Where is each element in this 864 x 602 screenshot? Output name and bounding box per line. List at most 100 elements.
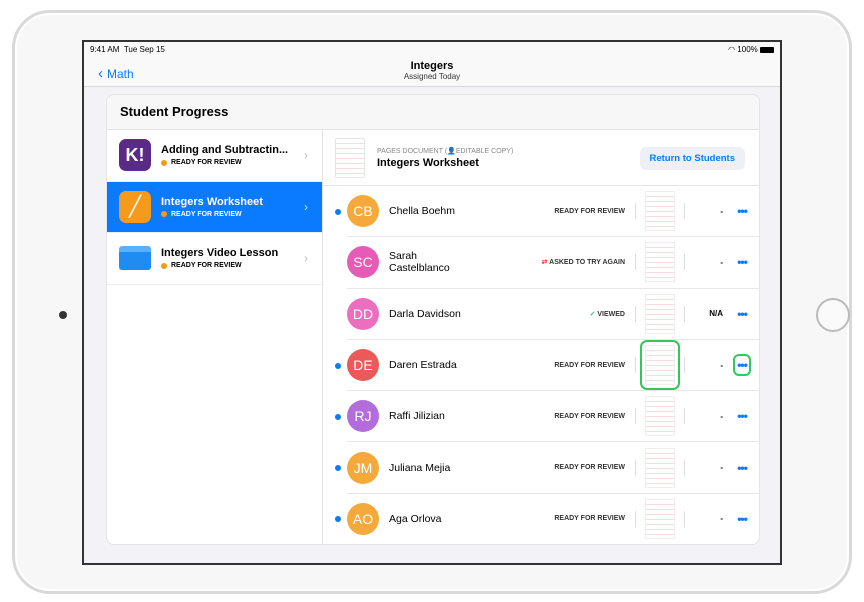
student-score: - [720, 514, 723, 524]
student-progress-card: Student Progress K! Adding and Subtracti… [106, 94, 760, 545]
chevron-right-icon: › [304, 199, 308, 214]
submission-thumbnail[interactable] [645, 498, 675, 539]
ellipsis-icon: ••• [733, 354, 751, 377]
ellipsis-icon: ••• [737, 255, 748, 270]
avatar: CB [347, 195, 379, 228]
more-options-button[interactable]: ••• [725, 409, 759, 423]
divider [635, 254, 636, 271]
avatar: DE [347, 349, 379, 382]
folder-app-icon [119, 246, 151, 271]
divider [635, 459, 636, 476]
avatar: AO [347, 502, 379, 535]
student-score: - [720, 360, 723, 370]
unread-dot [335, 516, 341, 523]
submission-thumbnail[interactable] [645, 242, 675, 283]
student-row[interactable]: JM Juliana Mejia READY FOR REVIEW - ••• [323, 442, 759, 494]
student-name: Daren Estrada [389, 359, 457, 372]
ellipsis-icon: ••• [737, 306, 748, 321]
avatar: JM [347, 451, 379, 484]
avatar: SC [347, 246, 379, 279]
student-status: READY FOR REVIEW [554, 515, 625, 523]
ellipsis-icon: ••• [737, 460, 748, 475]
submission-thumbnail[interactable] [640, 340, 680, 391]
page-title: Integers [410, 60, 454, 72]
student-row[interactable]: SC Sarah Castelblanco ⇄ ASKED TO TRY AGA… [323, 237, 759, 289]
student-row[interactable]: DE Daren Estrada READY FOR REVIEW - ••• [323, 340, 759, 392]
student-name: Darla Davidson [389, 307, 461, 320]
camera [59, 311, 67, 319]
activity-detail: PAGES DOCUMENT (👤EDITABLE COPY) Integers… [323, 130, 759, 544]
student-name: Chella Boehm [389, 205, 455, 218]
student-status: READY FOR REVIEW [554, 464, 625, 472]
unread-dot [335, 362, 341, 369]
sidebar-item[interactable]: Integers Video Lesson READY FOR REVIEW › [107, 233, 322, 285]
student-status: READY FOR REVIEW [554, 361, 625, 369]
student-score: - [720, 411, 723, 421]
kahoot-app-icon: K! [119, 139, 151, 172]
sidebar-item-status: READY FOR REVIEW [171, 210, 242, 218]
status-time: 9:41 AM [90, 45, 120, 54]
status-dot [161, 159, 167, 166]
status-bar: 9:41 AM Tue Sep 15 ◠ 100% [84, 42, 780, 57]
document-header: PAGES DOCUMENT (👤EDITABLE COPY) Integers… [323, 130, 759, 186]
student-name: Juliana Mejia [389, 461, 451, 474]
pages-app-icon: ╱ [119, 190, 151, 223]
student-row[interactable]: DD Darla Davidson ✓ VIEWED N/A ••• [323, 289, 759, 340]
student-row[interactable]: AO Aga Orlova READY FOR REVIEW - ••• [323, 494, 759, 544]
home-button[interactable] [816, 298, 850, 332]
card-title: Student Progress [107, 95, 759, 130]
sidebar-item-status: READY FOR REVIEW [171, 262, 242, 270]
sidebar-item[interactable]: K! Adding and Subtractin... READY FOR RE… [107, 130, 322, 182]
more-options-button[interactable]: ••• [725, 204, 759, 218]
sidebar-item[interactable]: ╱ Integers Worksheet READY FOR REVIEW › [107, 181, 322, 233]
status-dot [161, 262, 167, 269]
avatar: DD [347, 297, 379, 330]
sidebar-item-title: Integers Worksheet [161, 195, 263, 208]
ellipsis-icon: ••• [737, 204, 748, 219]
status-date: Tue Sep 15 [123, 45, 165, 54]
submission-thumbnail[interactable] [645, 447, 675, 488]
unread-dot [335, 465, 341, 472]
divider [635, 203, 636, 220]
divider [635, 510, 636, 527]
document-name: Integers Worksheet [377, 156, 479, 169]
more-options-button[interactable]: ••• [725, 354, 759, 377]
divider [635, 305, 636, 322]
student-row[interactable]: CB Chella Boehm READY FOR REVIEW - ••• [323, 186, 759, 238]
avatar: RJ [347, 400, 379, 433]
submission-thumbnail[interactable] [645, 191, 675, 232]
student-row[interactable]: RJ Raffi Jilizian READY FOR REVIEW - ••• [323, 391, 759, 443]
student-status: READY FOR REVIEW [554, 412, 625, 420]
more-options-button[interactable]: ••• [725, 255, 759, 269]
sidebar-item-title: Integers Video Lesson [161, 247, 279, 260]
chevron-right-icon: › [304, 251, 308, 266]
status-dot [161, 211, 167, 218]
student-score: - [720, 463, 723, 473]
chevron-right-icon: › [304, 148, 308, 163]
activity-sidebar: K! Adding and Subtractin... READY FOR RE… [107, 130, 323, 544]
submission-thumbnail[interactable] [645, 396, 675, 437]
battery-label: 100% [737, 45, 758, 54]
return-to-students-button[interactable]: Return to Students [639, 147, 745, 170]
more-options-button[interactable]: ••• [725, 307, 759, 321]
person-icon: 👤 [447, 147, 456, 155]
more-options-button[interactable]: ••• [725, 461, 759, 475]
student-status: READY FOR REVIEW [554, 207, 625, 215]
submission-thumbnail[interactable] [645, 293, 675, 334]
student-score: - [720, 257, 723, 267]
unread-dot [335, 208, 341, 215]
nav-bar: ‹ Math Integers Assigned Today [84, 57, 780, 87]
unread-dot [335, 413, 341, 420]
divider [635, 408, 636, 425]
student-status: ASKED TO TRY AGAIN [549, 259, 625, 267]
student-name: Sarah Castelblanco [389, 250, 450, 275]
student-score: - [720, 206, 723, 216]
student-status: VIEWED [597, 310, 625, 318]
student-score: N/A [709, 309, 723, 319]
more-options-button[interactable]: ••• [725, 512, 759, 526]
document-thumbnail[interactable] [335, 137, 365, 178]
page-subtitle: Assigned Today [403, 72, 461, 81]
screen: 9:41 AM Tue Sep 15 ◠ 100% ‹ Math Integers… [82, 40, 782, 565]
sidebar-item-title: Adding and Subtractin... [161, 144, 289, 157]
battery-icon [760, 46, 774, 53]
